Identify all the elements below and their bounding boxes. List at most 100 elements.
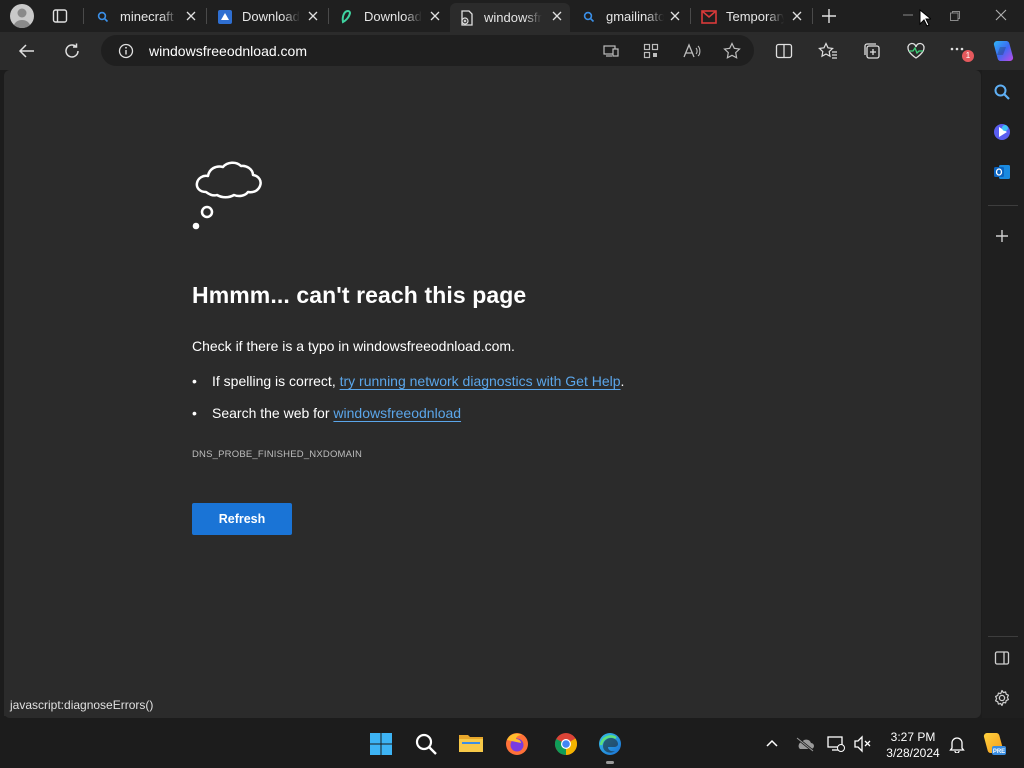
- tab-title: Download: [242, 9, 300, 24]
- restore-button[interactable]: [949, 10, 961, 22]
- search-icon: [994, 84, 1010, 100]
- chrome-button[interactable]: [553, 731, 579, 757]
- tab-download-2[interactable]: Download: [330, 3, 448, 30]
- thought-cloud-icon: [190, 158, 270, 234]
- split-screen-icon: [775, 43, 793, 59]
- site-info-icon[interactable]: [118, 43, 134, 59]
- tab-windowsfreeodnload[interactable]: windowsfr: [450, 3, 570, 32]
- status-bar-text: javascript:diagnoseErrors(): [4, 696, 160, 716]
- tab-strip: minecraft f Download Download windowsfr …: [0, 0, 1024, 32]
- svg-text:PRE: PRE: [993, 749, 1005, 755]
- close-tab-icon[interactable]: [428, 9, 442, 23]
- edge-button[interactable]: [597, 731, 623, 757]
- sidebar-add-button[interactable]: [995, 229, 1009, 243]
- close-tab-icon[interactable]: [668, 9, 682, 23]
- close-tab-icon[interactable]: [790, 9, 804, 23]
- notifications-button[interactable]: [949, 735, 965, 753]
- search-icon: [94, 8, 112, 26]
- back-button[interactable]: [18, 42, 36, 60]
- sidebar-search-button[interactable]: [993, 83, 1011, 101]
- folder-icon: [459, 735, 483, 752]
- network-diagnostics-link[interactable]: try running network diagnostics with Get…: [340, 373, 621, 389]
- tab-temporary-mail[interactable]: Temporary: [692, 3, 810, 30]
- sidebar-divider: [988, 636, 1018, 637]
- check-typo-text: Check if there is a typo in windowsfreeo…: [192, 338, 515, 354]
- network-icon[interactable]: [827, 735, 845, 753]
- bell-icon: [949, 737, 965, 753]
- collections-button[interactable]: [863, 42, 881, 60]
- bullet-diagnostics: • If spelling is correct, try running net…: [192, 373, 624, 389]
- search-web-link[interactable]: windowsfreeodnload: [333, 405, 461, 421]
- edge-icon: [599, 733, 621, 755]
- system-clock[interactable]: 3:27 PM 3/28/2024: [880, 729, 946, 761]
- file-explorer-button[interactable]: [458, 732, 484, 754]
- hide-sidebar-button[interactable]: [994, 650, 1010, 666]
- more-options-button[interactable]: 1: [949, 41, 975, 63]
- minimize-icon: [903, 14, 913, 16]
- windows-logo-icon: [370, 733, 392, 755]
- back-arrow-icon: [18, 44, 34, 58]
- cursor-icon: [919, 9, 931, 27]
- favorites-icon: [818, 42, 837, 59]
- chrome-icon: [555, 733, 577, 755]
- browser-essentials-button[interactable]: [906, 42, 926, 60]
- read-aloud-icon[interactable]: [683, 43, 701, 59]
- edge-sidebar: [982, 70, 1024, 718]
- tab-title: Temporary: [726, 9, 784, 24]
- onedrive-icon[interactable]: [795, 736, 815, 752]
- tab-title: Download: [364, 9, 422, 24]
- person-icon: [13, 8, 31, 28]
- minimize-button[interactable]: [902, 9, 914, 21]
- split-screen-button[interactable]: [775, 42, 793, 60]
- page-content: Hmmm... can't reach this page Check if t…: [4, 70, 981, 718]
- page-title: Hmmm... can't reach this page: [192, 282, 527, 308]
- tab-title: minecraft f: [120, 9, 178, 24]
- profile-avatar[interactable]: [10, 4, 34, 28]
- reload-button[interactable]: [63, 42, 81, 60]
- close-icon: [995, 9, 1007, 21]
- mouse-cursor: [919, 9, 931, 27]
- favorites-button[interactable]: [818, 42, 838, 60]
- sidebar-outlook-button[interactable]: [993, 163, 1011, 181]
- sidebar-copilot-button[interactable]: [993, 123, 1011, 141]
- heart-pulse-icon: [907, 42, 925, 59]
- refresh-button[interactable]: Refresh: [192, 503, 292, 535]
- address-bar[interactable]: windowsfreeodnload.com: [101, 35, 754, 66]
- new-tab-button[interactable]: [821, 8, 837, 24]
- qr-code-icon[interactable]: [643, 43, 659, 59]
- gear-icon: [995, 689, 1009, 707]
- notification-badge: 1: [962, 50, 974, 62]
- taskbar-search-button[interactable]: [414, 732, 438, 756]
- firefox-button[interactable]: [504, 731, 530, 757]
- copilot-pre-icon: PRE: [983, 733, 1006, 755]
- show-hidden-icons-button[interactable]: [766, 738, 778, 748]
- sidebar-panel-icon: [994, 651, 1010, 665]
- copilot-small-icon: [994, 124, 1010, 140]
- uptodown-icon: [338, 8, 356, 26]
- bullet-period: .: [620, 373, 625, 389]
- copilot-button[interactable]: [989, 39, 1015, 63]
- mail-icon: [700, 8, 718, 26]
- download-site-icon: [216, 8, 234, 26]
- search-icon: [415, 733, 437, 755]
- tab-minecraft[interactable]: minecraft f: [86, 3, 204, 30]
- tab-gmailinator[interactable]: gmailinato: [572, 3, 688, 30]
- sidebar-settings-button[interactable]: [993, 689, 1011, 707]
- reload-icon: [65, 43, 79, 58]
- app-available-icon[interactable]: [603, 43, 619, 59]
- close-tab-icon[interactable]: [184, 9, 198, 23]
- copilot-preview-button[interactable]: PRE: [980, 731, 1006, 757]
- bullet-search-web: • Search the web for windowsfreeodnload: [192, 405, 461, 421]
- tab-actions-button[interactable]: [52, 8, 68, 24]
- windows-taskbar: 3:27 PM 3/28/2024 PRE: [0, 720, 1024, 768]
- url-text[interactable]: windowsfreeodnload.com: [149, 43, 307, 59]
- close-tab-icon[interactable]: [550, 9, 564, 23]
- volume-muted-icon[interactable]: [853, 735, 871, 753]
- clock-date: 3/28/2024: [886, 746, 940, 760]
- tab-download-1[interactable]: Download: [208, 3, 326, 30]
- bullet-dot: •: [192, 373, 197, 389]
- start-button[interactable]: [369, 732, 393, 756]
- close-tab-icon[interactable]: [306, 9, 320, 23]
- favorite-star-icon[interactable]: [723, 42, 741, 60]
- close-window-button[interactable]: [995, 9, 1007, 21]
